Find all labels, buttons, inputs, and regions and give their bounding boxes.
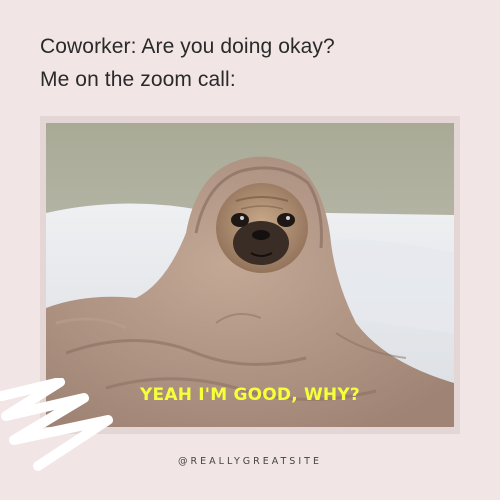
caption-question: Coworker: Are you doing okay? (40, 35, 335, 58)
caption-answer-setup: Me on the zoom call: (40, 68, 236, 91)
site-handle: @REALLYGREATSITE (178, 456, 322, 467)
